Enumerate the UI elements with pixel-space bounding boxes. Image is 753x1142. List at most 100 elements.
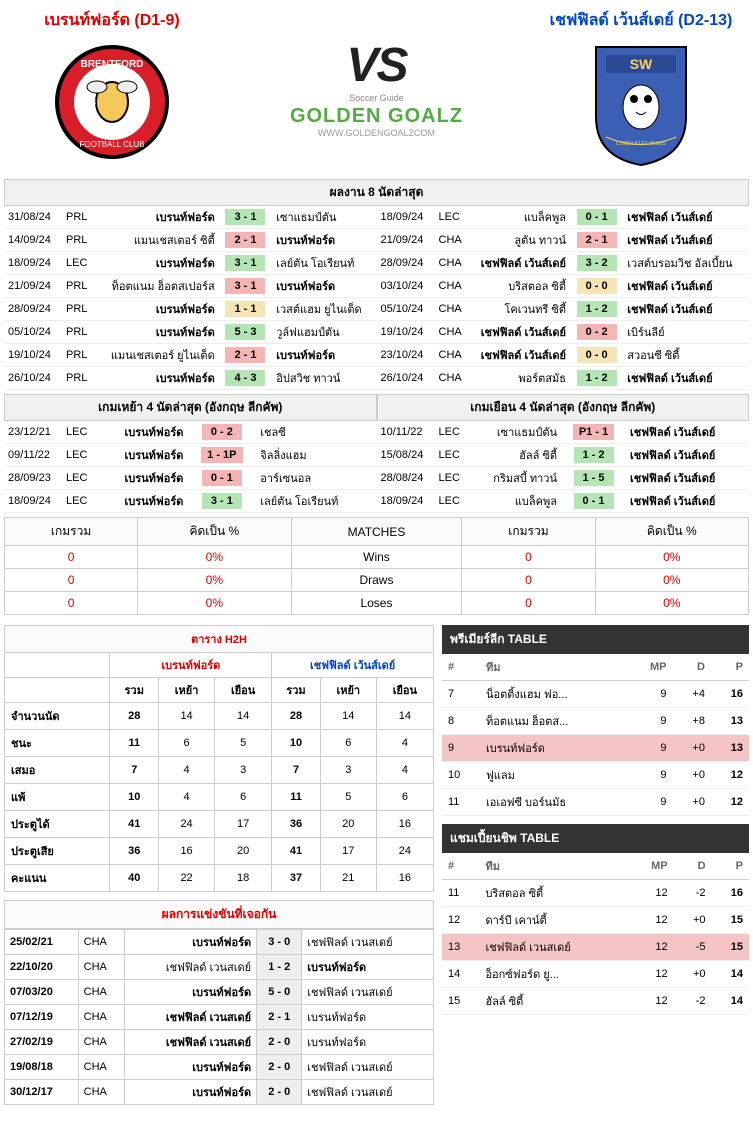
match-date: 26/10/24 xyxy=(4,367,62,390)
meeting-score: 3 - 0 xyxy=(257,930,302,955)
h2h-row: ชนะ11651064 xyxy=(5,730,434,757)
h2h-val: 24 xyxy=(376,838,433,865)
match-date: 18/09/24 xyxy=(4,490,62,513)
standings-pos: 15 xyxy=(442,988,479,1015)
match-row: 21/09/24 PRL ท็อตแนม ฮ็อตสเปอร์ส 3 - 1 เ… xyxy=(4,275,377,298)
h2h-row-label: ประตูเสีย xyxy=(5,838,110,865)
standings-col-pos: # xyxy=(442,654,480,681)
h2h-val: 4 xyxy=(376,757,433,784)
match-row: 18/09/24 LEC แบล็คพูล 0 - 1 เชฟฟิลด์ เว้… xyxy=(377,206,750,229)
wdl-home-pct: 0% xyxy=(138,569,291,592)
match-home: เบรนท์ฟอร์ด xyxy=(94,467,187,490)
standings-p: 13 xyxy=(711,708,749,735)
meeting-home: เบรนท์ฟอร์ด xyxy=(125,930,257,955)
match-home: เบรนท์ฟอร์ด xyxy=(94,421,187,444)
match-date: 09/11/22 xyxy=(4,444,62,467)
meeting-comp: CHA xyxy=(78,980,125,1005)
match-comp: PRL xyxy=(62,321,94,344)
match-score-cell: 2 - 1 xyxy=(570,229,623,252)
match-score-cell: 0 - 1 xyxy=(570,206,623,229)
standings-d: +4 xyxy=(672,681,710,708)
match-score-cell: 2 - 1 xyxy=(219,344,273,367)
h2h-home-name: เบรนท์ฟอร์ด xyxy=(110,653,272,678)
match-row: 05/10/24 PRL เบรนท์ฟอร์ด 5 - 3 วูล์ฟแฮมป… xyxy=(4,321,377,344)
standings-col-team: ทีม xyxy=(480,654,628,681)
meeting-away: เชฟฟิลด์ เวนสเดย์ xyxy=(302,930,434,955)
home-crest: BRENTFORDFOOTBALL CLUB1889 xyxy=(47,37,177,167)
match-score-cell: 0 - 2 xyxy=(570,321,623,344)
standings-table-wrap: พรีเมียร์ลีก TABLE # ทีม MP D P 7 น็อตติ… xyxy=(442,625,749,816)
match-date: 31/08/24 xyxy=(4,206,62,229)
match-comp: LEC xyxy=(435,444,467,467)
h2h-val: 28 xyxy=(110,703,159,730)
match-score: 1 - 5 xyxy=(574,470,614,486)
match-date: 18/09/24 xyxy=(4,252,62,275)
match-row: 21/09/24 CHA ลูตัน ทาวน์ 2 - 1 เชฟฟิลด์ … xyxy=(377,229,750,252)
match-score: 3 - 1 xyxy=(225,255,265,271)
match-score: 2 - 1 xyxy=(577,232,617,248)
h2h-val: 36 xyxy=(272,811,321,838)
match-row: 23/12/21 LEC เบรนท์ฟอร์ด 0 - 2 เชลซี xyxy=(4,421,377,444)
meeting-home: เชฟฟิลด์ เวนสเดย์ xyxy=(125,1030,257,1055)
match-score-cell: 1 - 5 xyxy=(561,467,626,490)
meeting-score: 1 - 2 xyxy=(257,955,302,980)
match-date: 14/09/24 xyxy=(4,229,62,252)
h2h-row-label: คะแนน xyxy=(5,865,110,892)
standings-team: น็อตติ้งแฮม ฟอ... xyxy=(480,681,628,708)
match-comp: PRL xyxy=(62,367,94,390)
standings-p: 14 xyxy=(712,961,749,988)
meeting-away: เบรนท์ฟอร์ด xyxy=(302,1030,434,1055)
match-row: 26/10/24 CHA พอร์ตสมัธ 1 - 2 เชฟฟิลด์ เว… xyxy=(377,367,750,390)
standings-p: 15 xyxy=(712,907,749,934)
standings-p: 13 xyxy=(711,735,749,762)
match-score: 3 - 1 xyxy=(225,209,265,225)
match-row: 28/09/24 CHA เชฟฟิลด์ เว้นส์เดย์ 3 - 2 เ… xyxy=(377,252,750,275)
match-away: เวสต์แฮม ยูไนเต็ด xyxy=(272,298,376,321)
match-away: เชฟฟิลด์ เว้นส์เดย์ xyxy=(626,490,749,513)
match-score-cell: 0 - 1 xyxy=(561,490,626,513)
h2h-val: 6 xyxy=(376,784,433,811)
match-home: แมนเชสเตอร์ ยูไนเต็ด xyxy=(94,344,219,367)
match-home: โคเวนทรี ซิตี้ xyxy=(467,298,571,321)
standings-mp: 12 xyxy=(630,961,674,988)
match-score: 1 - 2 xyxy=(577,301,617,317)
match-home: แบล็คพูล xyxy=(467,490,562,513)
h2h-val: 3 xyxy=(215,757,272,784)
match-score-cell: 3 - 2 xyxy=(570,252,623,275)
match-row: 10/11/22 LEC เซาแธมป์ตัน P1 - 1 เชฟฟิลด์… xyxy=(377,421,750,444)
h2h-row: จำนวนนัด281414281414 xyxy=(5,703,434,730)
match-comp: LEC xyxy=(62,490,94,513)
h2h-val: 4 xyxy=(159,784,215,811)
meeting-date: 25/02/21 xyxy=(5,930,79,955)
standings-row: 15 ฮัลล์ ซิตี้ 12 -2 14 xyxy=(442,988,749,1015)
match-score: 1 - 2 xyxy=(574,447,614,463)
meeting-row: 30/12/17 CHA เบรนท์ฟอร์ด 2 - 0 เชฟฟิลด์ … xyxy=(5,1080,434,1105)
match-row: 18/09/24 LEC เบรนท์ฟอร์ด 3 - 1 เลย์ตัน โ… xyxy=(4,252,377,275)
match-date: 23/12/21 xyxy=(4,421,62,444)
match-comp: LEC xyxy=(62,421,94,444)
h2h-val: 36 xyxy=(110,838,159,865)
standings-row: 11 บริสตอล ซิตี้ 12 -2 16 xyxy=(442,880,749,907)
h2h-col: เหย้า xyxy=(320,678,376,703)
match-away: เชฟฟิลด์ เว้นส์เดย์ xyxy=(623,367,749,390)
match-away: เบรนท์ฟอร์ด xyxy=(272,275,376,298)
match-home: บริสตอล ซิตี้ xyxy=(467,275,571,298)
standings-p: 12 xyxy=(711,789,749,816)
h2h-val: 40 xyxy=(110,865,159,892)
meeting-comp: CHA xyxy=(78,1030,125,1055)
match-home: เบรนท์ฟอร์ด xyxy=(94,206,219,229)
standings-mp: 9 xyxy=(628,681,673,708)
wdl-away-total: 0 xyxy=(462,546,595,569)
match-score-cell: 1 - 1 xyxy=(219,298,273,321)
match-score-cell: P1 - 1 xyxy=(561,421,626,444)
match-away: อิปสวิช ทาวน์ xyxy=(272,367,376,390)
h2h-col: เยือน xyxy=(215,678,272,703)
meeting-date: 22/10/20 xyxy=(5,955,79,980)
match-date: 03/10/24 xyxy=(377,275,435,298)
meeting-comp: CHA xyxy=(78,1080,125,1105)
match-comp: CHA xyxy=(435,321,467,344)
meeting-date: 30/12/17 xyxy=(5,1080,79,1105)
match-row: 15/08/24 LEC ฮัลล์ ซิตี้ 1 - 2 เชฟฟิลด์ … xyxy=(377,444,750,467)
match-score: 0 - 0 xyxy=(577,347,617,363)
match-away: เบรนท์ฟอร์ด xyxy=(272,229,376,252)
